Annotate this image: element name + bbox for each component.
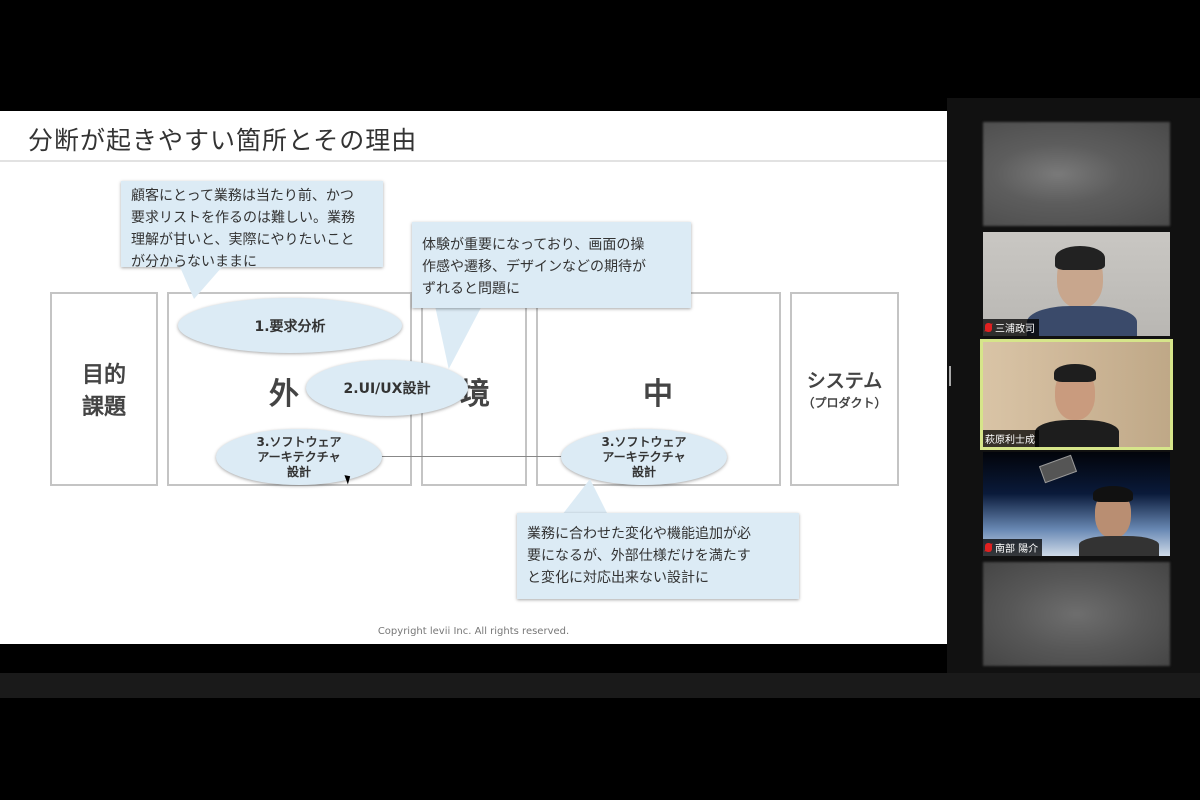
participant-name-tag-4: 南部 陽介	[983, 539, 1043, 556]
arch-right-line2: アーキテクチャ	[602, 449, 686, 464]
callout-uiux: 体験が重要になっており、画面の操 作感や遷移、デザインなどの期待が ずれると問題…	[412, 222, 691, 308]
arch-left-line3: 設計	[286, 464, 311, 479]
participant-body-3	[1035, 420, 1119, 447]
arch-right-ellipse: 3.ソフトウェア アーキテクチャ 設計	[561, 429, 727, 485]
middle-box-label: 中	[643, 377, 673, 412]
participant-name-tag-3: 萩原利士成	[983, 430, 1039, 447]
participant-tile-2[interactable]: 三浦政司	[983, 232, 1170, 336]
participant-tile-5[interactable]	[983, 562, 1170, 666]
video-meeting-window: 分断が起きやすい箇所とその理由 目的 課題 外 境 中 システム （プロダクト）…	[0, 0, 1200, 800]
slide-title: 分断が起きやすい箇所とその理由	[28, 126, 418, 155]
callout-architecture-line2: 要になるが、外部仕様だけを満たす	[527, 548, 751, 564]
callout-requirements-tail	[180, 267, 222, 299]
muted-mic-icon	[985, 543, 992, 552]
callout-requirements-line4: が分からないままに	[131, 254, 257, 270]
participant-body-4	[1079, 536, 1159, 556]
callout-architecture-line1: 業務に合わせた変化や機能追加が必	[527, 526, 751, 542]
slide-copyright: Copyright levii Inc. All rights reserved…	[377, 626, 570, 637]
participant-tile-1[interactable]	[983, 122, 1170, 226]
callout-uiux-line1: 体験が重要になっており、画面の操	[422, 237, 645, 253]
arch-left-line2: アーキテクチャ	[257, 449, 341, 464]
callout-requirements-line2: 要求リストを作るのは難しい。業務	[131, 210, 355, 226]
callout-requirements-line3: 理解が甘いと、実際にやりたいこと	[131, 232, 355, 248]
gallery-resize-handle[interactable]	[949, 366, 951, 386]
participant-name-3: 萩原利士成	[985, 435, 1035, 446]
callout-architecture: 業務に合わせた変化や機能追加が必 要になるが、外部仕様だけを満たす と変化に対応…	[517, 513, 799, 599]
participant-name-tag-2: 三浦政司	[983, 319, 1039, 336]
muted-mic-icon	[985, 323, 992, 332]
purpose-label-line1: 目的	[81, 363, 126, 388]
participant-hair-4	[1093, 486, 1133, 502]
title-divider	[0, 160, 947, 162]
system-sublabel: （プロダクト）	[802, 396, 887, 410]
callout-architecture-line3: と変化に対応出来ない設計に	[527, 570, 709, 586]
arch-connector-line	[380, 456, 563, 457]
participant-tile-3-active-speaker[interactable]: 萩原利士成	[980, 339, 1173, 450]
participant-tile-4[interactable]: 南部 陽介	[983, 452, 1170, 556]
system-label: システム	[806, 370, 883, 392]
participant-hair-3	[1054, 364, 1096, 382]
satellite-background	[1038, 454, 1078, 484]
participant-name-4: 南部 陽介	[995, 544, 1039, 555]
callout-uiux-line3: ずれると問題に	[422, 281, 520, 297]
requirements-analysis-label: 1.要求分析	[254, 318, 326, 335]
participant-name-2: 三浦政司	[995, 324, 1035, 335]
participant-body-2	[1027, 306, 1137, 336]
callout-requirements-line1: 顧客にとって業務は当たり前、かつ	[131, 188, 354, 204]
meeting-bottom-bar	[0, 673, 1200, 698]
arch-left-ellipse: 3.ソフトウェア アーキテクチャ 設計	[216, 429, 382, 485]
arch-right-line3: 設計	[631, 464, 656, 479]
arch-right-line1: 3.ソフトウェア	[601, 434, 687, 449]
uiux-design-label: 2.UI/UX設計	[343, 381, 431, 397]
callout-uiux-line2: 作感や遷移、デザインなどの期待が	[422, 259, 646, 275]
callout-requirements: 顧客にとって業務は当たり前、かつ 要求リストを作るのは難しい。業務 理解が甘いと…	[121, 181, 383, 270]
shared-slide: 分断が起きやすい箇所とその理由 目的 課題 外 境 中 システム （プロダクト）…	[0, 111, 947, 644]
requirements-analysis-ellipse: 1.要求分析	[178, 298, 402, 353]
participant-hair-2	[1055, 246, 1105, 270]
outer-box-label: 外	[269, 377, 299, 412]
arch-left-line1: 3.ソフトウェア	[256, 434, 342, 449]
purpose-label-line2: 課題	[81, 395, 126, 420]
callout-arch-tail	[562, 479, 608, 515]
